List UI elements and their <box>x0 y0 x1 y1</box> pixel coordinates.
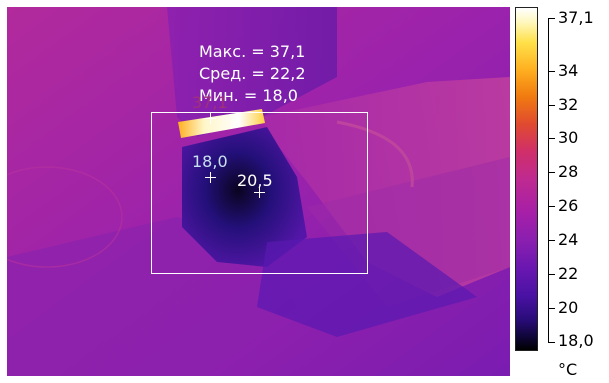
scale-tick-label: 26 <box>558 196 579 215</box>
scale-tick-label: 28 <box>558 162 579 181</box>
scale-tick-label: 34 <box>558 61 579 80</box>
scale-tick <box>548 240 555 241</box>
max-spot-crosshair[interactable] <box>205 113 216 124</box>
avg-temperature-label: Сред. = 22,2 <box>199 64 306 83</box>
max-spot-label: 37,1 <box>192 93 228 112</box>
scale-tick-label: 30 <box>558 128 579 147</box>
min-spot-label: 18,0 <box>192 152 228 171</box>
scale-label-min: 18,0 <box>558 331 594 350</box>
thermal-image: Макс. = 37,1 Сред. = 22,2 Мин. = 18,0 37… <box>7 7 510 376</box>
scale-tick-top <box>548 18 555 19</box>
scale-tick <box>548 172 555 173</box>
scale-tick <box>548 274 555 275</box>
scale-label-max: 37,1 <box>558 8 594 27</box>
scale-tick <box>548 308 555 309</box>
scale-tick-label: 20 <box>558 298 579 317</box>
max-temperature-label: Макс. = 37,1 <box>199 42 306 61</box>
scale-tick <box>548 206 555 207</box>
scale-tick-label: 22 <box>558 264 579 283</box>
scale-axis-line <box>548 18 549 343</box>
temperature-unit-label: °C <box>558 360 578 379</box>
scale-tick-label: 32 <box>558 95 579 114</box>
spot-crosshair[interactable] <box>254 187 265 198</box>
scale-tick <box>548 105 555 106</box>
min-spot-crosshair[interactable] <box>205 172 216 183</box>
scale-tick-bottom <box>548 342 555 343</box>
scale-tick-label: 24 <box>558 230 579 249</box>
scale-tick <box>548 71 555 72</box>
temperature-color-scale <box>515 7 538 351</box>
scale-tick <box>548 138 555 139</box>
